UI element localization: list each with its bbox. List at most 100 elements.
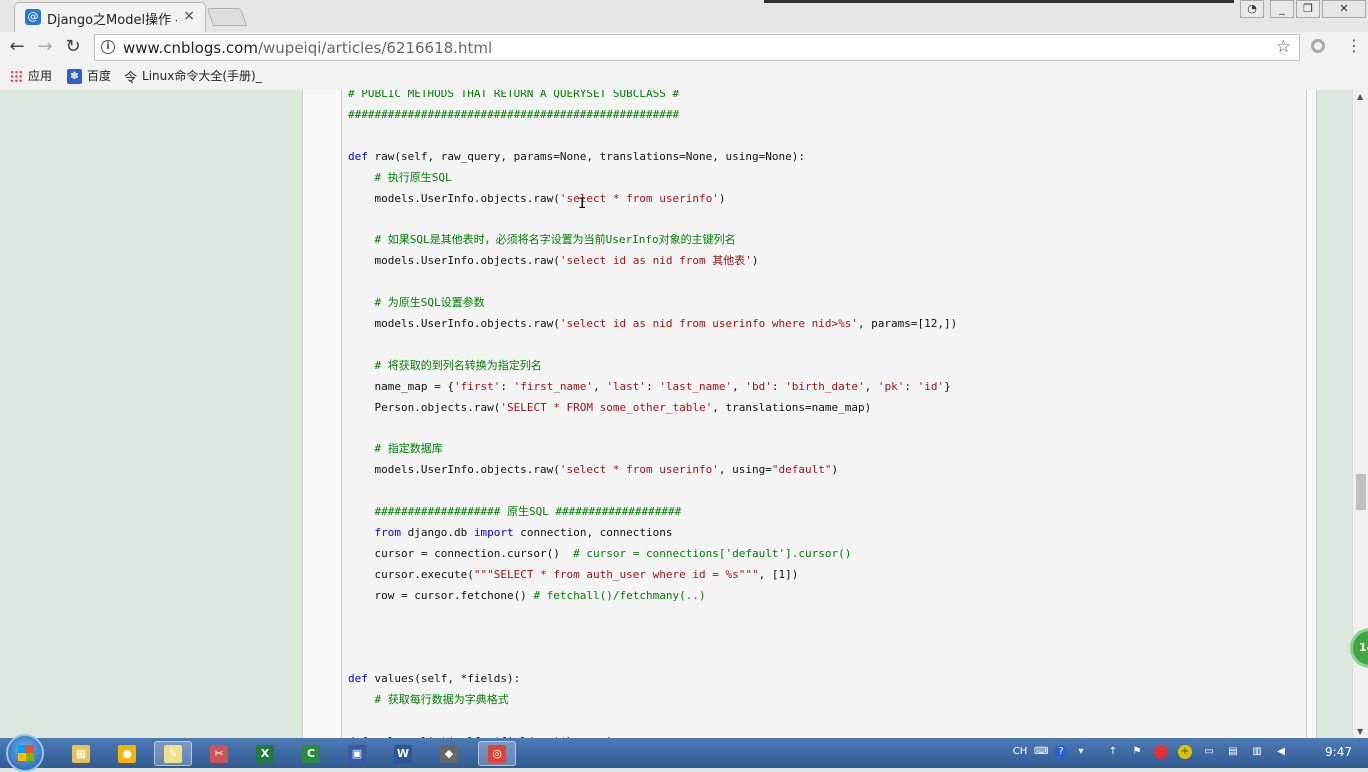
baidu-paw-icon: ✽ — [67, 69, 82, 84]
code-text: models.UserInfo.objects.raw( — [348, 254, 560, 268]
ime-indicator[interactable]: CH — [1010, 745, 1030, 759]
taskbar-excel[interactable]: X — [246, 741, 284, 766]
code-line: # 指定数据库 — [348, 441, 442, 457]
minimize-icon[interactable]: _ — [1270, 0, 1294, 18]
code-text: , [1]) — [758, 567, 799, 581]
help-icon[interactable]: ? — [1054, 745, 1068, 759]
tab-close-icon[interactable]: × — [183, 8, 195, 24]
code-string: 'first' — [453, 379, 501, 393]
code-line: from django.db import connection, connec… — [348, 525, 672, 541]
scrollbar-thumb[interactable] — [1356, 474, 1366, 510]
code-keyword: from — [348, 525, 401, 539]
back-arrow-icon[interactable]: ← — [6, 36, 28, 57]
restore-icon[interactable]: ❐ — [1296, 0, 1320, 18]
code-line: row = cursor.fetchone() # fetchall()/fet… — [348, 588, 706, 604]
window-close-icon[interactable]: ✕ — [1322, 0, 1366, 18]
excel-icon: X — [256, 744, 274, 763]
code-text: name_map = { — [348, 379, 454, 393]
taskbar-app-yellow[interactable]: ● — [108, 741, 146, 766]
code-comment: ################### 原生SQL ##############… — [348, 505, 682, 518]
code-line: ########################################… — [348, 107, 679, 123]
taskbar-save-app[interactable]: ▣ — [338, 741, 376, 766]
code-string: 'pk' — [877, 379, 905, 393]
code-comment: # 获取每行数据为字典格式 — [348, 693, 509, 707]
volume-icon[interactable]: ◀ — [1274, 745, 1288, 759]
linux-command-icon: 令 — [124, 71, 138, 86]
record-icon[interactable] — [1154, 745, 1168, 759]
forward-arrow-icon[interactable]: → — [34, 36, 56, 57]
code-text: ) — [831, 463, 839, 477]
code-string: "default" — [771, 463, 832, 477]
bookmarks-bar: 应用 ✽ 百度 令 Linux命令大全(手册)_ — [0, 62, 1368, 88]
code-text: models.UserInfo.objects.raw( — [348, 463, 560, 477]
code-text: } — [944, 379, 951, 393]
word-icon: W — [394, 744, 412, 763]
code-line: models.UserInfo.objects.raw('select * fr… — [348, 462, 838, 478]
code-comment: # 如果SQL是其他表时，必须将名字设置为当前UserInfo对象的主键列名 — [348, 233, 736, 247]
browser-chrome: @ Django之Model操作 - ... × ◔ _ ❐ ✕ ← → ↻ i… — [0, 0, 1368, 90]
display-icon[interactable]: ▭ — [1202, 745, 1216, 759]
text-cursor-icon: I — [578, 196, 587, 212]
code-comment: # 将获取的到列名转换为指定列名 — [348, 358, 542, 372]
code-comment: # cursor = connections['default'].cursor… — [573, 546, 852, 560]
taskbar-notepad[interactable]: ✎ — [154, 741, 192, 766]
bookmark-apps[interactable]: 应用 — [10, 67, 52, 84]
bookmark-star-icon[interactable]: ☆ — [1276, 37, 1291, 57]
taskbar-clock[interactable]: 9:47 — [1325, 745, 1352, 759]
notepad-icon: ✎ — [164, 744, 182, 763]
taskbar-chrome[interactable]: ◎ — [478, 741, 516, 766]
code-text: cursor.execute( — [348, 567, 474, 581]
code-comment: # fetchall()/fetchmany(..) — [533, 588, 706, 602]
tab-django-model[interactable]: @ Django之Model操作 - ... × — [14, 2, 206, 32]
explorer-icon: ▦ — [72, 744, 90, 763]
code-line: # 执行原生SQL — [348, 170, 452, 186]
code-string: 'id' — [917, 379, 945, 393]
network-icon[interactable]: ▤ — [1226, 745, 1240, 759]
cnblogs-favicon-icon: @ — [25, 9, 41, 25]
code-string: 'select id as nid from 其他表' — [559, 254, 752, 268]
address-bar[interactable]: i www.cnblogs.com/wupeiqi/articles/62166… — [94, 34, 1300, 61]
taskbar-tool[interactable]: ✂ — [200, 741, 238, 766]
save-app-icon: ▣ — [348, 744, 366, 763]
code-text: raw(self, raw_query, params=None, transl… — [367, 149, 805, 163]
chrome-icon: ◎ — [488, 744, 506, 763]
code-line: # PUBLIC METHODS THAT RETURN A QUERYSET … — [348, 90, 679, 102]
code-comment: # 执行原生SQL — [348, 170, 452, 184]
taskbar-word[interactable]: W — [384, 741, 422, 766]
code-text: values(self, *fields): — [367, 672, 521, 686]
reload-icon[interactable]: ↻ — [62, 36, 84, 57]
code-line: models.UserInfo.objects.raw('select * fr… — [348, 191, 725, 207]
code-line: # 为原生SQL设置参数 — [348, 295, 484, 311]
scroll-up-icon[interactable]: ▲ — [1357, 92, 1363, 101]
tab-title: Django之Model操作 - ... — [47, 13, 177, 28]
site-info-icon[interactable]: i — [101, 40, 115, 54]
code-string: 'SELECT * FROM some_other_table' — [500, 400, 713, 414]
keyboard-icon[interactable]: ⌨ — [1034, 745, 1048, 759]
new-tab-button[interactable] — [206, 8, 248, 26]
code-text: : — [646, 379, 660, 393]
device-icon[interactable]: ▥ — [1250, 745, 1264, 759]
flag-tray-icon[interactable]: ⚑ — [1130, 745, 1144, 759]
user-icon[interactable]: ◔ — [1240, 0, 1264, 18]
bookmark-linux[interactable]: 令 Linux命令大全(手册)_ — [124, 67, 262, 86]
bookmark-baidu[interactable]: ✽ 百度 — [67, 67, 111, 84]
taskbar-app-misc[interactable]: ◆ — [430, 741, 468, 766]
code-text: , translations=name_map) — [712, 400, 872, 414]
bookmark-label: Linux命令大全(手册)_ — [142, 69, 262, 83]
tray-expand-icon[interactable]: ▾ — [1074, 745, 1088, 759]
code-line: def values(self, *fields): — [348, 671, 520, 687]
upload-arrow-icon[interactable]: ↑ — [1106, 745, 1120, 759]
url-host: www.cnblogs.com — [123, 39, 258, 57]
scroll-down-icon[interactable]: ▼ — [1357, 727, 1363, 736]
code-text: models.UserInfo.objects.raw( — [348, 191, 560, 205]
bookmark-label: 应用 — [28, 69, 53, 83]
start-button[interactable] — [6, 734, 44, 772]
code-line: # 将获取的到列名转换为指定列名 — [348, 358, 542, 374]
extension-icon[interactable] — [1311, 39, 1325, 53]
code-line: ################### 原生SQL ##############… — [348, 504, 681, 520]
tab-strip: @ Django之Model操作 - ... × ◔ _ ❐ ✕ — [0, 0, 1368, 32]
taskbar-explorer[interactable]: ▦ — [62, 741, 100, 766]
plus-tray-icon[interactable]: + — [1178, 745, 1192, 759]
taskbar-camtasia[interactable]: C — [292, 741, 330, 766]
chrome-menu-icon[interactable]: ⋮ — [1346, 36, 1362, 55]
